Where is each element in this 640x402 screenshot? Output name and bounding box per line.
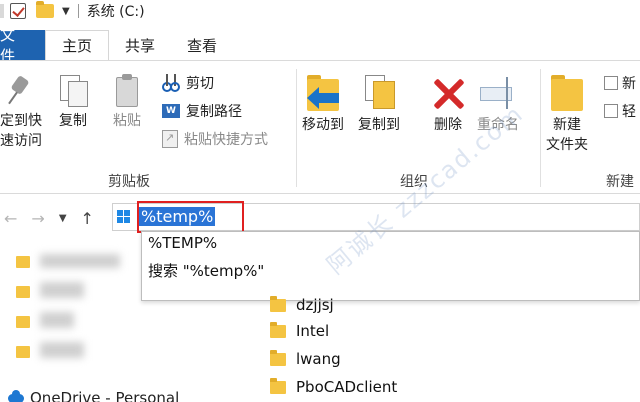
copy-path-icon: W	[162, 104, 180, 118]
copy-to-icon	[361, 71, 397, 115]
copy-button[interactable]: 复制	[58, 71, 88, 131]
nav-pane-item[interactable]	[16, 346, 30, 358]
up-arrow-icon[interactable]: ↑	[81, 209, 94, 228]
delete-button[interactable]: 删除	[428, 71, 468, 135]
folder-icon	[270, 321, 286, 338]
folder-icon	[16, 316, 30, 328]
new-item-label: 新	[622, 76, 636, 92]
new-group-label: 新建	[606, 174, 634, 190]
new-folder-icon	[549, 71, 585, 115]
folder-list-item[interactable]: Intel	[270, 321, 330, 340]
window-icon	[0, 4, 4, 18]
folder-list-item[interactable]: PboCADclient	[270, 377, 398, 396]
copy-path-label: 复制路径	[186, 104, 242, 120]
folder-name: Intel	[296, 322, 330, 340]
onedrive-label: OneDrive - Personal	[30, 389, 180, 402]
folder-list-item[interactable]: dzjjsj	[270, 295, 334, 314]
title-separator	[77, 4, 79, 18]
pin-icon	[6, 71, 36, 111]
tab-share[interactable]: 共享	[109, 30, 171, 60]
annotation-red-box	[137, 201, 244, 233]
move-to-icon	[305, 71, 341, 115]
blurred-label	[40, 282, 84, 298]
ribbon-tabs: 文件 主页 共享 查看	[0, 26, 640, 65]
navigation-bar: ← → ▼ ↑	[0, 200, 108, 236]
cloud-icon	[8, 389, 24, 402]
properties-quick-icon[interactable]	[10, 3, 26, 19]
new-item-button[interactable]: 新	[604, 73, 636, 93]
folder-icon	[16, 256, 30, 268]
copy-icon	[58, 71, 88, 111]
new-folder-label: 新建 文件夹	[546, 117, 588, 153]
forward-arrow-icon[interactable]: →	[31, 209, 44, 228]
clipboard-group-label: 剪贴板	[108, 174, 150, 190]
cut-label: 剪切	[186, 76, 214, 92]
scissors-icon	[162, 74, 180, 92]
delete-icon	[428, 71, 468, 115]
easy-access-label: 轻	[622, 104, 636, 120]
recent-locations-icon[interactable]: ▼	[59, 213, 67, 224]
paste-shortcut-button[interactable]: 粘贴快捷方式	[162, 129, 268, 149]
nav-pane-item[interactable]	[16, 256, 30, 268]
folder-icon	[270, 349, 286, 366]
paste-button[interactable]: 粘贴	[112, 71, 142, 131]
title-bar: ▼ 系统 (C:)	[0, 0, 640, 22]
move-to-label: 移动到	[302, 117, 344, 133]
cut-button[interactable]: 剪切	[162, 73, 214, 93]
blurred-label	[40, 342, 84, 358]
folder-name: PboCADclient	[296, 378, 398, 396]
ribbon: 定到快 速访问 复制 粘贴 剪切 W 复制路径 粘贴快捷方式 剪贴板 移动到 复…	[0, 60, 640, 194]
blurred-label	[40, 254, 120, 268]
new-folder-button[interactable]: 新建 文件夹	[546, 71, 588, 155]
back-arrow-icon[interactable]: ←	[4, 209, 17, 228]
folder-name: lwang	[296, 350, 341, 368]
copy-to-button[interactable]: 复制到	[358, 71, 400, 135]
window-title: 系统 (C:)	[86, 4, 145, 20]
nav-pane-item[interactable]	[16, 286, 30, 298]
blurred-label	[40, 312, 74, 328]
copy-path-button[interactable]: W 复制路径	[162, 101, 242, 121]
group-separator	[296, 69, 297, 187]
copy-label: 复制	[59, 113, 87, 129]
easy-access-icon	[604, 104, 618, 118]
pin-label: 定到快 速访问	[0, 113, 42, 149]
navigation-pane	[0, 236, 240, 402]
paste-icon	[112, 71, 142, 111]
customize-quick-access-icon[interactable]: ▼	[62, 6, 70, 17]
delete-label: 删除	[434, 117, 462, 133]
paste-shortcut-icon	[162, 130, 178, 148]
new-item-icon	[604, 76, 618, 90]
tab-view[interactable]: 查看	[171, 30, 233, 60]
tab-home[interactable]: 主页	[45, 30, 110, 60]
move-to-button[interactable]: 移动到	[302, 71, 344, 135]
windows-icon	[117, 210, 131, 224]
folder-icon	[16, 346, 30, 358]
copy-to-label: 复制到	[358, 117, 400, 133]
pin-to-quick-access-button[interactable]: 定到快 速访问	[0, 71, 48, 151]
folder-name: dzjjsj	[296, 296, 334, 314]
folder-icon	[270, 295, 286, 312]
nav-item-onedrive[interactable]: OneDrive - Personal	[8, 389, 179, 402]
tab-file[interactable]: 文件	[0, 26, 45, 65]
new-folder-quick-icon[interactable]	[36, 1, 54, 18]
folder-icon	[270, 377, 286, 394]
folder-icon	[16, 286, 30, 298]
easy-access-button[interactable]: 轻	[604, 101, 636, 121]
folder-list-item[interactable]: lwang	[270, 349, 341, 368]
paste-shortcut-label: 粘贴快捷方式	[184, 132, 268, 148]
paste-label: 粘贴	[113, 113, 141, 129]
nav-pane-item[interactable]	[16, 316, 30, 328]
group-separator	[540, 69, 541, 187]
